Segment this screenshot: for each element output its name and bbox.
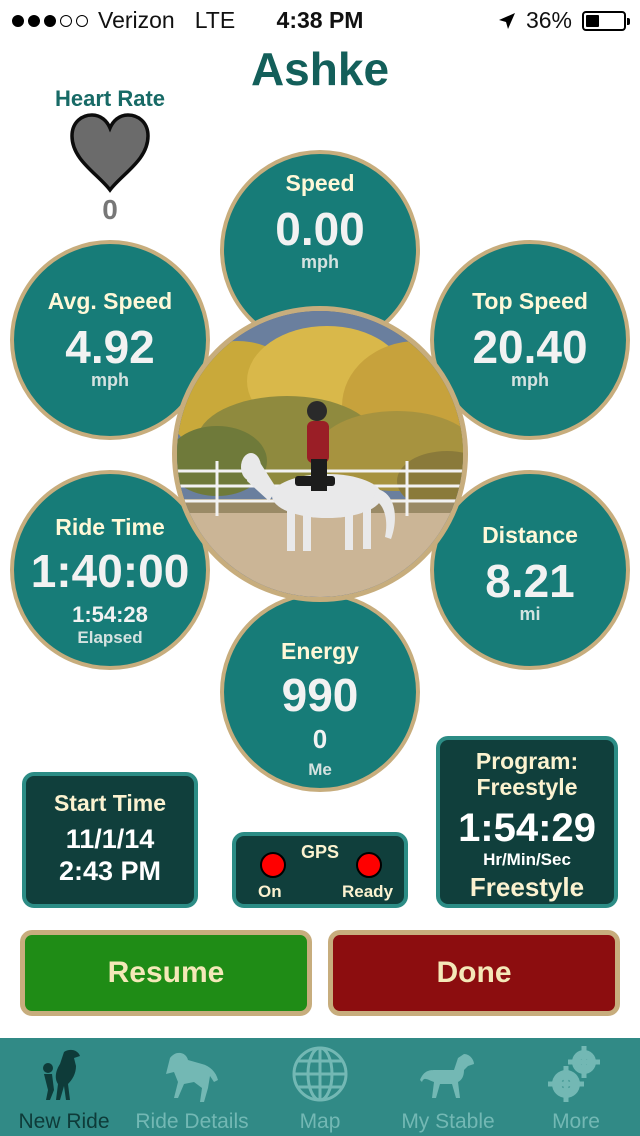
- battery-icon: [582, 10, 630, 31]
- heart-rate-label: Heart Rate: [54, 86, 166, 111]
- program-time-unit: Hr/Min/Sec: [483, 850, 571, 869]
- top-speed-unit: mph: [511, 370, 549, 390]
- gears-icon: [548, 1046, 600, 1102]
- start-time-label: Start Time: [53, 790, 167, 816]
- ride-time-label: Ride Time: [55, 514, 165, 540]
- start-time-box: Start Time 11/1/14 2:43 PM: [22, 772, 198, 908]
- horse-leaping-icon: [166, 1052, 218, 1102]
- heart-icon: [70, 113, 150, 193]
- tab-more[interactable]: More: [512, 1038, 640, 1136]
- elapsed-label: Elapsed: [77, 628, 143, 647]
- gps-status-box: GPS On Ready: [232, 832, 408, 908]
- tab-my-stable[interactable]: My Stable: [384, 1038, 512, 1136]
- status-right: 36%: [498, 7, 630, 34]
- energy-value: 990: [281, 669, 359, 721]
- gps-on-indicator-icon: [260, 852, 286, 878]
- avg-speed-value: 4.92: [65, 321, 155, 373]
- horse-photo: [172, 306, 468, 602]
- speed-label: Speed: [285, 170, 355, 196]
- program-type: Freestyle: [476, 774, 578, 800]
- program-label: Program:: [475, 748, 579, 774]
- energy-label: Energy: [281, 638, 359, 664]
- distance-value: 8.21: [485, 555, 575, 607]
- speed-unit: mph: [301, 252, 339, 272]
- globe-icon: [292, 1046, 348, 1102]
- gps-ready-indicator-icon: [356, 852, 382, 878]
- tab-label: More: [552, 1110, 600, 1133]
- distance-unit: mi: [519, 604, 541, 624]
- tab-label: New Ride: [18, 1110, 110, 1133]
- start-clock-value: 2:43 PM: [58, 856, 162, 886]
- energy-sub-value: 0: [312, 724, 328, 754]
- tab-map[interactable]: Map: [256, 1038, 384, 1136]
- tab-label: My Stable: [401, 1110, 495, 1133]
- horse-trotting-icon: [420, 1054, 474, 1098]
- avg-speed-unit: mph: [91, 370, 129, 390]
- program-name: Freestyle: [469, 872, 585, 902]
- distance-label: Distance: [482, 522, 578, 548]
- avg-speed-label: Avg. Speed: [47, 288, 173, 314]
- tab-new-ride[interactable]: New Ride: [0, 1038, 128, 1136]
- top-speed-label: Top Speed: [472, 288, 588, 314]
- ride-time-value: 1:40:00: [30, 545, 190, 597]
- gps-on-label: On: [258, 882, 282, 901]
- heart-rate-value: 0: [102, 194, 118, 225]
- energy-circle: Energy 990 0 Me: [220, 592, 420, 792]
- program-box[interactable]: Program: Freestyle 1:54:29 Hr/Min/Sec Fr…: [436, 736, 618, 908]
- resume-button[interactable]: Resume: [20, 930, 312, 1016]
- location-arrow-icon: [498, 12, 515, 29]
- speed-value: 0.00: [275, 203, 365, 255]
- energy-sub-label: Me: [308, 760, 332, 779]
- program-time-value: 1:54:29: [458, 806, 596, 850]
- status-bar: Verizon LTE 4:38 PM 36%: [0, 0, 640, 40]
- tab-ride-details[interactable]: Ride Details: [128, 1038, 256, 1136]
- tab-label: Ride Details: [135, 1110, 249, 1133]
- done-button[interactable]: Done: [328, 930, 620, 1016]
- tab-bar: New Ride Ride Details Map My Stable More: [0, 1038, 640, 1136]
- gps-ready-label: Ready: [342, 882, 394, 901]
- elapsed-time-value: 1:54:28: [72, 602, 148, 627]
- battery-fill: [586, 14, 599, 27]
- horse-rearing-icon: [43, 1049, 80, 1100]
- tab-label: Map: [299, 1110, 341, 1133]
- start-date-value: 11/1/14: [65, 824, 155, 854]
- horse-photo-image: [177, 311, 463, 597]
- top-speed-value: 20.40: [472, 321, 588, 373]
- battery-percent: 36%: [525, 7, 572, 33]
